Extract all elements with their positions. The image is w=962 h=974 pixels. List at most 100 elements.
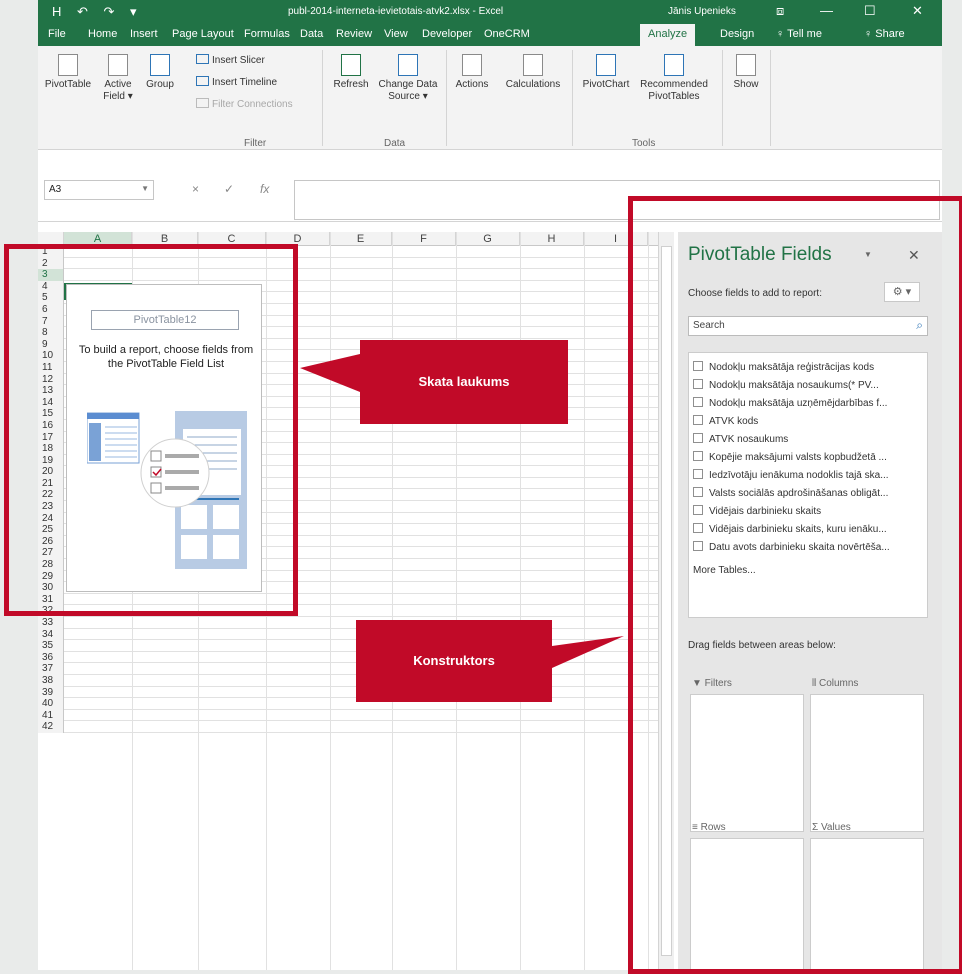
tab-analyze[interactable]: Analyze xyxy=(640,24,696,46)
sheet-row[interactable]: 39 xyxy=(38,686,658,699)
group-button[interactable]: Group xyxy=(142,54,178,91)
row-header[interactable]: 42 xyxy=(38,721,64,733)
name-box-value: A3 xyxy=(49,184,62,195)
change-data-source-button[interactable]: Change Data Source ▾ xyxy=(376,54,440,103)
share-button[interactable]: ♀ Share xyxy=(864,28,905,40)
calculations-label: Calculations xyxy=(505,79,561,90)
insert-slicer-label: Insert Slicer xyxy=(212,55,265,66)
tab-file[interactable]: File xyxy=(48,28,66,40)
active-field-dropdown: Field ▾ xyxy=(103,91,133,102)
column-header[interactable]: F xyxy=(392,232,456,246)
tab-page-layout[interactable]: Page Layout xyxy=(172,28,234,40)
calculations-icon xyxy=(523,54,543,76)
tab-home[interactable]: Home xyxy=(88,28,117,40)
timeline-icon xyxy=(196,76,209,86)
column-header[interactable]: H xyxy=(520,232,584,246)
group-separator xyxy=(722,50,723,146)
actions-button[interactable]: Actions xyxy=(450,54,494,91)
account-name[interactable]: Jānis Upenieks xyxy=(668,6,736,17)
title-bar: H ↶ ↷ ▾ publ-2014-interneta-ievietotais-… xyxy=(38,0,942,24)
chevron-down-icon[interactable]: ▼ xyxy=(141,184,149,193)
pivotchart-icon xyxy=(596,54,616,76)
close-button[interactable]: ✕ xyxy=(912,3,923,19)
column-header[interactable]: G xyxy=(456,232,520,246)
konstruktors-callout: Konstruktors xyxy=(356,620,552,702)
tab-onecrm[interactable]: OneCRM xyxy=(484,28,530,40)
pivotchart-button[interactable]: PivotChart xyxy=(578,54,634,91)
filter-connections-label: Filter Connections xyxy=(212,99,293,110)
view-area-highlight xyxy=(4,244,298,616)
minimize-button[interactable]: — xyxy=(820,3,833,18)
row-header[interactable]: 33 xyxy=(38,617,64,629)
show-button[interactable]: Show xyxy=(728,54,764,91)
tab-view[interactable]: View xyxy=(384,28,408,40)
calculations-button[interactable]: Calculations xyxy=(498,54,568,91)
quick-access-toolbar[interactable]: H ↶ ↷ ▾ xyxy=(52,4,143,20)
tab-design[interactable]: Design xyxy=(720,28,754,40)
column-header[interactable]: E xyxy=(330,232,392,246)
window-title: publ-2014-interneta-ievietotais-atvk2.xl… xyxy=(288,6,504,17)
row-header[interactable]: 38 xyxy=(38,674,64,687)
pivottable-icon xyxy=(58,54,78,76)
filter-connections-button: Filter Connections xyxy=(196,98,293,110)
group-separator xyxy=(322,50,323,146)
row-header[interactable]: 34 xyxy=(38,628,64,641)
recommended-label: Recommended xyxy=(640,79,708,90)
insert-function-icon[interactable]: fx xyxy=(260,182,269,196)
tab-formulas[interactable]: Formulas xyxy=(244,28,290,40)
refresh-button[interactable]: Refresh xyxy=(328,54,374,91)
row-header[interactable]: 36 xyxy=(38,651,64,664)
group-separator xyxy=(572,50,573,146)
row-header[interactable]: 40 xyxy=(38,698,64,710)
recommended-label-2: PivotTables xyxy=(648,91,700,102)
group-separator xyxy=(446,50,447,146)
active-field-button[interactable]: Active Field ▾ xyxy=(98,54,138,103)
change-data-dropdown: Source ▾ xyxy=(388,91,428,102)
gridline xyxy=(584,232,585,970)
skata-callout-pointer xyxy=(300,354,360,392)
maximize-button[interactable]: ☐ xyxy=(864,3,876,19)
name-box[interactable]: A3 ▼ xyxy=(44,180,154,200)
row-header[interactable]: 35 xyxy=(38,640,64,652)
ribbon-display-options-icon[interactable]: ⧈ xyxy=(776,3,784,19)
arrow-right-icon xyxy=(150,54,170,76)
filter-connections-icon xyxy=(196,98,209,108)
tab-developer[interactable]: Developer xyxy=(422,28,472,40)
sheet-row[interactable]: 33 xyxy=(38,617,658,629)
insert-timeline-button[interactable]: Insert Timeline xyxy=(196,76,277,88)
konstruktors-callout-pointer xyxy=(552,636,624,668)
ribbon: PivotTable Active Field ▾ Group Insert S… xyxy=(38,46,942,150)
sheet-row[interactable]: 42 xyxy=(38,721,658,733)
sheet-row[interactable]: 40 xyxy=(38,698,658,710)
skata-laukums-callout: Skata laukums xyxy=(360,340,568,424)
cancel-icon[interactable]: × xyxy=(192,182,199,196)
row-header[interactable]: 39 xyxy=(38,686,64,699)
recommended-pivottables-icon xyxy=(664,54,684,76)
group-label: Group xyxy=(146,79,174,90)
tab-data[interactable]: Data xyxy=(300,28,323,40)
pivotchart-label: PivotChart xyxy=(582,79,630,90)
insert-timeline-label: Insert Timeline xyxy=(212,77,278,88)
active-field-icon xyxy=(108,54,128,76)
change-data-source-icon xyxy=(398,54,418,76)
recommended-pivottables-button[interactable]: Recommended PivotTables xyxy=(636,54,712,103)
row-header[interactable]: 37 xyxy=(38,663,64,675)
pivottable-label: PivotTable xyxy=(44,79,92,90)
tab-review[interactable]: Review xyxy=(336,28,372,40)
slicer-icon xyxy=(196,54,209,64)
row-header[interactable]: 41 xyxy=(38,709,64,722)
actions-label: Actions xyxy=(455,79,489,90)
enter-icon[interactable]: ✓ xyxy=(224,182,234,196)
insert-slicer-button[interactable]: Insert Slicer xyxy=(196,54,265,66)
data-group-label: Data xyxy=(384,138,406,149)
group-separator xyxy=(770,50,771,146)
tab-insert[interactable]: Insert xyxy=(130,28,158,40)
sheet-row[interactable]: 41 xyxy=(38,709,658,722)
tools-group-label: Tools xyxy=(632,138,656,149)
refresh-label: Refresh xyxy=(333,79,369,90)
filter-group-label: Filter xyxy=(244,138,267,149)
pivottable-button[interactable]: PivotTable xyxy=(42,54,94,91)
tell-me-search[interactable]: ♀ Tell me xyxy=(776,28,822,40)
actions-icon xyxy=(462,54,482,76)
active-field-label: Active xyxy=(104,79,132,90)
